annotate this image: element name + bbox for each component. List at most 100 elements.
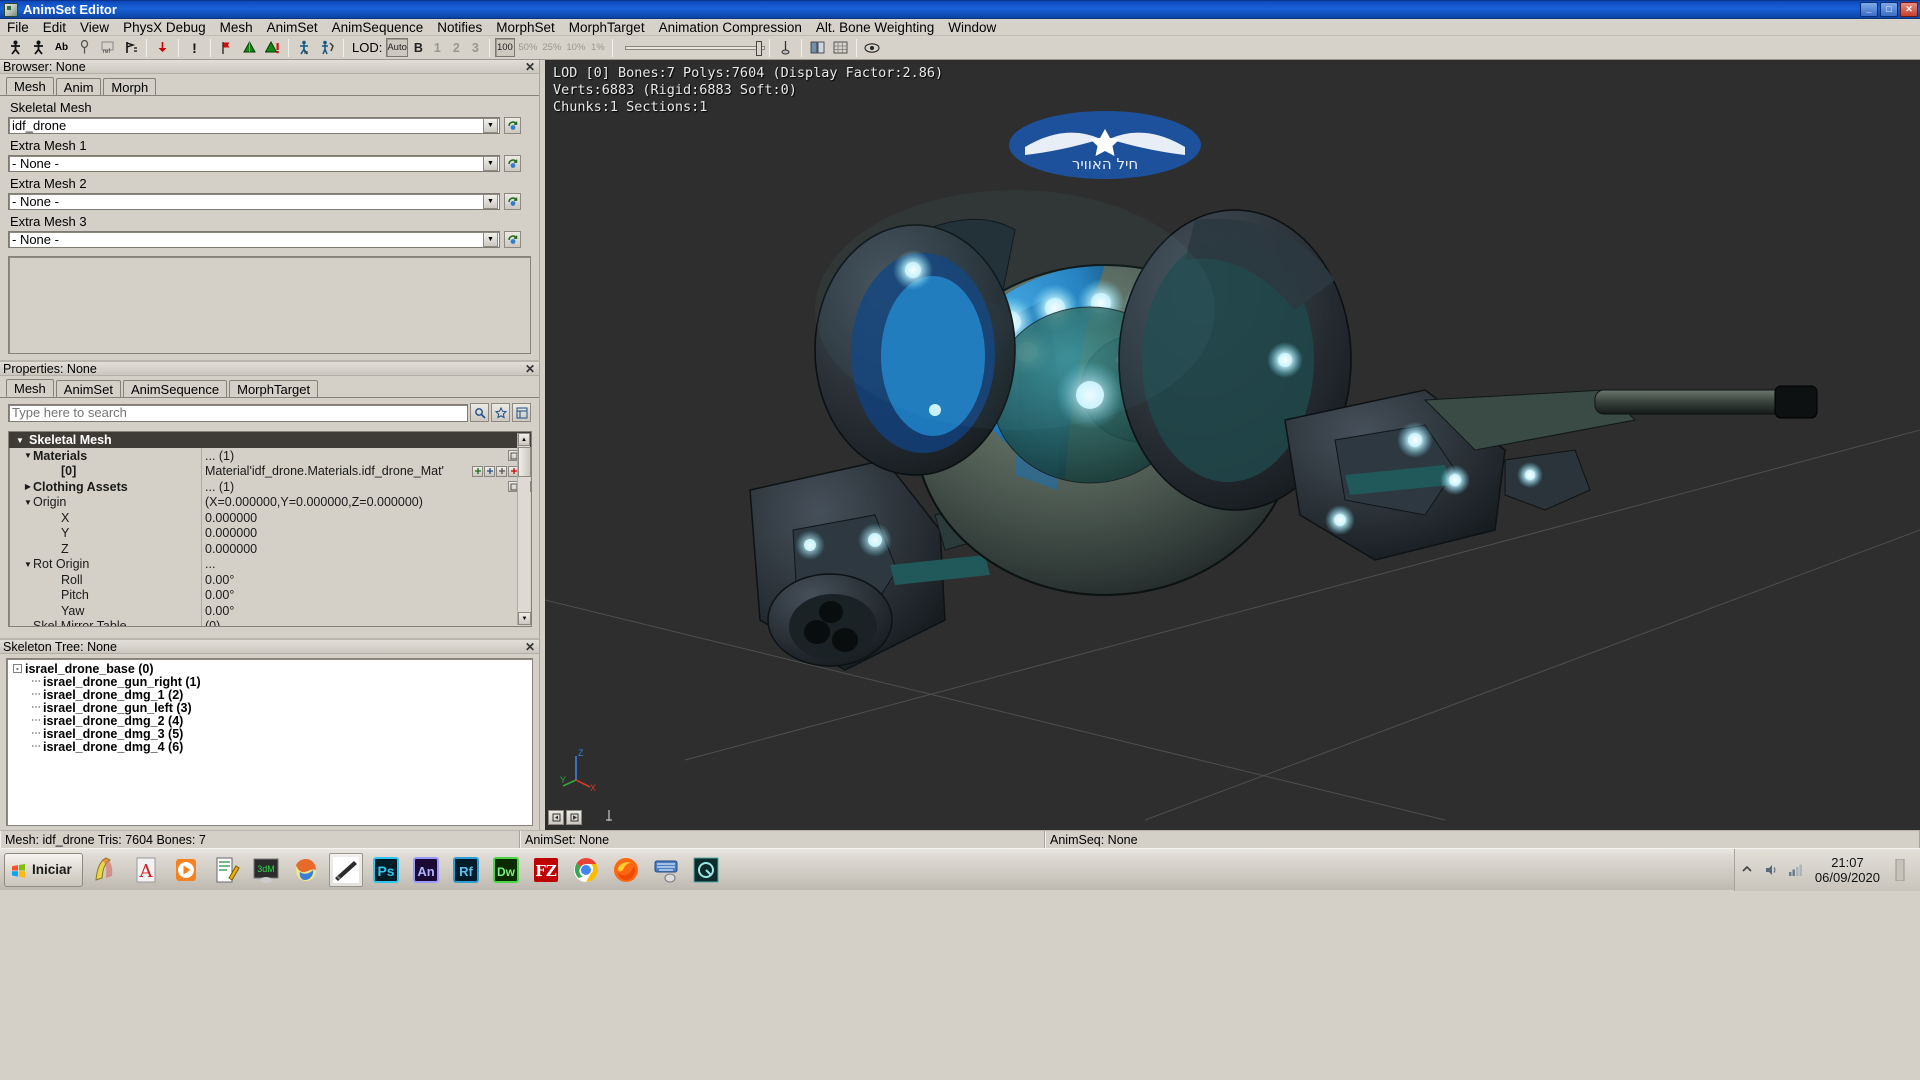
browser-close-icon[interactable]: ✕ bbox=[524, 60, 536, 74]
property-row[interactable]: ▼ Origin (X=0.000000,Y=0.000000,Z=0.000000… bbox=[9, 494, 531, 510]
chevron-down-icon[interactable]: ▼ bbox=[483, 156, 498, 171]
lod-button-3[interactable]: 3 bbox=[467, 38, 484, 57]
property-row[interactable]: Yaw 0.00°▲▼ bbox=[9, 603, 531, 619]
use-selected-asset-icon[interactable] bbox=[504, 117, 521, 134]
prev-frame-icon[interactable] bbox=[548, 810, 564, 825]
property-value-cell[interactable]: 0.00°▲▼ bbox=[201, 572, 531, 588]
taskbar-app-photoshop[interactable]: Ps bbox=[369, 853, 403, 887]
use-selected-asset-icon[interactable] bbox=[504, 155, 521, 172]
chevron-down-icon[interactable]: ▼ bbox=[15, 436, 25, 445]
property-category-header[interactable]: ▼ Skeletal Mesh bbox=[9, 432, 531, 448]
property-row[interactable]: Z 0.000000▲▼ bbox=[9, 541, 531, 557]
scroll-down-arrow-icon[interactable]: ▼ bbox=[518, 612, 531, 625]
show-eye-icon[interactable] bbox=[862, 37, 883, 58]
taskbar-app-reflow[interactable]: Rf bbox=[449, 853, 483, 887]
show-wrench-bone-icon[interactable] bbox=[317, 37, 338, 58]
menu-item-edit[interactable]: Edit bbox=[36, 19, 73, 36]
percent-button-1[interactable]: 1% bbox=[589, 38, 607, 57]
menu-item-morphtarget[interactable]: MorphTarget bbox=[562, 19, 652, 36]
browser-tab-anim[interactable]: Anim bbox=[55, 78, 102, 95]
percent-button-25[interactable]: 25% bbox=[541, 38, 563, 57]
menu-item-animset[interactable]: AnimSet bbox=[260, 19, 325, 36]
property-value-cell[interactable]: ... bbox=[201, 556, 531, 572]
property-value-cell[interactable]: (X=0.000000,Y=0.000000,Z=0.000000) bbox=[201, 494, 531, 510]
scroll-thumb[interactable] bbox=[518, 447, 531, 477]
properties-tab-animset[interactable]: AnimSet bbox=[55, 380, 121, 397]
chevron-down-icon[interactable]: ▼ bbox=[483, 232, 498, 247]
browse-asset-icon[interactable] bbox=[484, 465, 495, 477]
play-icon[interactable] bbox=[566, 810, 582, 825]
property-value-cell[interactable]: 0.000000▲▼ bbox=[201, 510, 531, 526]
tree-node-bone[interactable]: ⋯ israel_drone_gun_left (3) bbox=[13, 701, 532, 715]
tree-node-bone[interactable]: ⋯ israel_drone_dmg_4 (6) bbox=[13, 740, 532, 754]
tree-node-bone[interactable]: ⋯ israel_drone_dmg_3 (5) bbox=[13, 727, 532, 741]
scroll-up-arrow-icon[interactable]: ▲ bbox=[518, 433, 530, 446]
minimize-button[interactable]: _ bbox=[1860, 2, 1878, 17]
taskbar-clock[interactable]: 21:07 06/09/2020 bbox=[1815, 855, 1880, 885]
property-row[interactable]: Skel Mirror Table (0) bbox=[9, 618, 531, 626]
percent-button-100[interactable]: 100 bbox=[494, 38, 515, 57]
show-collision-alert-icon[interactable] bbox=[262, 37, 283, 58]
chevron-down-icon[interactable]: ▼ bbox=[23, 560, 33, 569]
start-button[interactable]: Iniciar bbox=[4, 852, 83, 887]
combo-extra-mesh-1[interactable]: - None - ▼ bbox=[8, 155, 500, 172]
menu-item-notifies[interactable]: Notifies bbox=[430, 19, 489, 36]
browser-tab-morph[interactable]: Morph bbox=[103, 78, 157, 95]
property-grid[interactable]: ▼ Skeletal Mesh ▼ Materials... (1) [0] Materi… bbox=[8, 431, 532, 627]
timeline-marker-icon[interactable] bbox=[604, 809, 614, 826]
property-row[interactable]: ▼ Rot Origin... bbox=[9, 556, 531, 572]
lod-button-auto[interactable]: Auto bbox=[386, 38, 408, 57]
lod-button-1[interactable]: 1 bbox=[429, 38, 446, 57]
show-uv-icon[interactable] bbox=[807, 37, 828, 58]
taskbar-app-media-player[interactable] bbox=[169, 853, 203, 887]
chevron-right-icon[interactable]: ▶ bbox=[23, 482, 33, 491]
menu-item-animation-compression[interactable]: Animation Compression bbox=[652, 19, 809, 36]
show-sockets-flag-icon[interactable] bbox=[216, 37, 237, 58]
chevron-down-icon[interactable]: ▼ bbox=[483, 194, 498, 209]
taskbar-app-3dsmax[interactable]: 3dM bbox=[249, 853, 283, 887]
taskbar-app-filezilla[interactable]: FZ bbox=[529, 853, 563, 887]
property-row[interactable]: X 0.000000▲▼ bbox=[9, 510, 531, 526]
menu-item-view[interactable]: View bbox=[73, 19, 116, 36]
tray-expand-icon[interactable] bbox=[1738, 861, 1756, 879]
property-row[interactable]: [0] Material'idf_drone.Materials.idf_dron… bbox=[9, 463, 531, 479]
slider-knob[interactable] bbox=[755, 40, 762, 56]
taskbar-app-adobe-reader[interactable]: A bbox=[129, 853, 163, 887]
taskbar-app-keyboard[interactable] bbox=[649, 853, 683, 887]
menu-item-physx-debug[interactable]: PhysX Debug bbox=[116, 19, 213, 36]
chevron-down-icon[interactable]: ▼ bbox=[23, 498, 33, 507]
menu-item-mesh[interactable]: Mesh bbox=[213, 19, 260, 36]
combo-skeletal-mesh[interactable]: idf_drone ▼ bbox=[8, 117, 500, 134]
percent-button-50[interactable]: 50% bbox=[517, 38, 539, 57]
skeleton-tree[interactable]: - israel_drone_base (0) ⋯ israel_drone_gu… bbox=[6, 658, 533, 826]
taskbar-app-chrome[interactable] bbox=[569, 853, 603, 887]
show-sockets-icon[interactable] bbox=[775, 37, 796, 58]
property-value-cell[interactable]: 0.00°▲▼ bbox=[201, 603, 531, 619]
3d-viewport[interactable]: חיל האוויר LOD [0] Bones:7 Polys:7604 (D… bbox=[545, 60, 1920, 830]
properties-tab-morphtarget[interactable]: MorphTarget bbox=[229, 380, 319, 397]
property-value-cell[interactable]: 0.00°▲▼ bbox=[201, 587, 531, 603]
show-bone-weights-ab-icon[interactable]: Ab bbox=[51, 37, 72, 58]
properties-close-icon[interactable]: ✕ bbox=[524, 362, 536, 376]
search-icon[interactable] bbox=[470, 403, 489, 422]
show-ref-pose-icon[interactable]: ref bbox=[97, 37, 118, 58]
show-bones-icon[interactable] bbox=[5, 37, 26, 58]
taskbar-app-animset-editor[interactable] bbox=[689, 853, 723, 887]
property-row[interactable]: ▶ Clothing Assets ... (1) bbox=[9, 479, 531, 495]
tray-network-icon[interactable] bbox=[1786, 861, 1804, 879]
combo-extra-mesh-2[interactable]: - None - ▼ bbox=[8, 193, 500, 210]
lod-distance-slider[interactable] bbox=[624, 40, 765, 56]
chevron-down-icon[interactable]: ▼ bbox=[23, 451, 33, 460]
taskbar-app-notepadpp[interactable] bbox=[209, 853, 243, 887]
clear-asset-icon[interactable] bbox=[496, 465, 507, 477]
menu-item-window[interactable]: Window bbox=[941, 19, 1003, 36]
property-value-cell[interactable]: 0.000000▲▼ bbox=[201, 525, 531, 541]
show-skeleton-icon[interactable] bbox=[74, 37, 95, 58]
properties-tab-mesh[interactable]: Mesh bbox=[6, 379, 54, 397]
search-input[interactable] bbox=[9, 405, 467, 420]
use-selected-icon[interactable] bbox=[472, 465, 483, 477]
tree-node-bone[interactable]: ⋯ israel_drone_dmg_1 (2) bbox=[13, 688, 532, 702]
show-collision-green-icon[interactable] bbox=[239, 37, 260, 58]
property-value-cell[interactable]: ... (1) bbox=[201, 479, 531, 495]
property-grid-scrollbar[interactable]: ▲ ▼ bbox=[517, 433, 531, 625]
